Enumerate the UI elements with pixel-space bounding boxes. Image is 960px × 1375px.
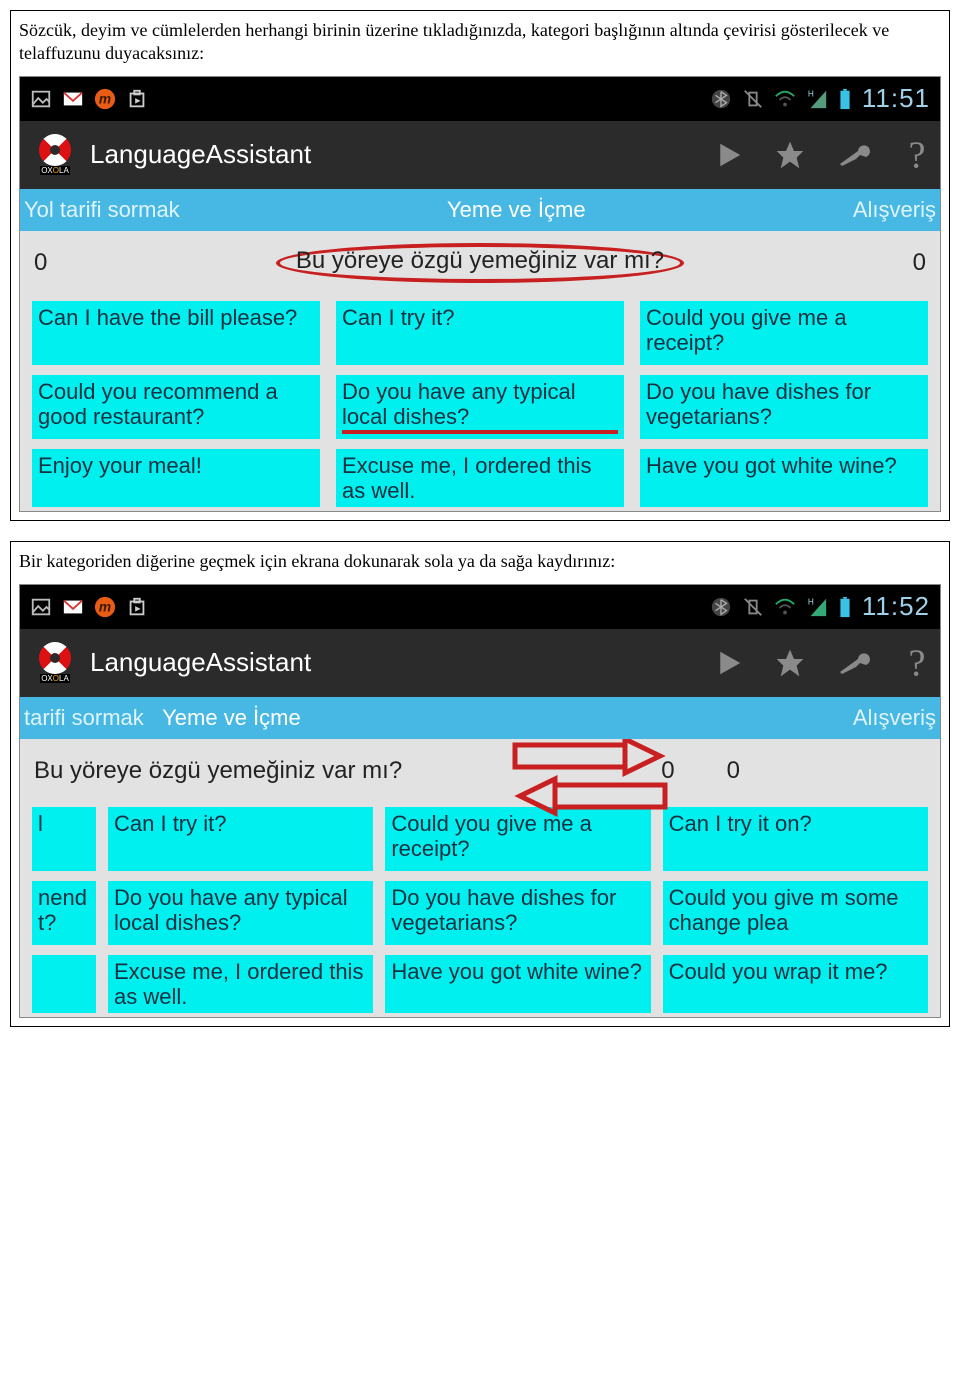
vibrate-mute-icon [742,88,764,110]
gmail-icon [62,88,84,110]
app-bar: OXOLA LanguageAssistant ? [20,629,940,697]
right-count: 0 [913,249,926,277]
gallery-icon [30,88,52,110]
phrase-card[interactable]: Can I try it? [108,807,373,871]
wrench-icon[interactable] [836,142,874,168]
screenshot-2: m H 11:52 OXOLA LanguageAssistant [19,584,941,1019]
app-title: LanguageAssistant [90,647,311,678]
svg-text:H: H [808,597,814,606]
translation-row: 0 Bu yöreye özgü yemeğiniz var mı? 0 [20,231,940,301]
swipe-arrows-icon [510,739,680,819]
tab-right[interactable]: Alışveriş [853,197,936,223]
bluetooth-icon [710,88,732,110]
phrase-card[interactable]: Do you have dishes for vegetarians? [385,881,650,945]
signal-icon: H [806,88,828,110]
phrase-card[interactable]: Have you got white wine? [385,955,650,1014]
battery-icon [838,596,852,618]
gmail-icon [62,596,84,618]
play-icon[interactable] [714,648,744,678]
phrase-card-partial[interactable]: nendt? [32,881,96,945]
vibrate-mute-icon [742,596,764,618]
android-status-bar: m H 11:51 [20,77,940,121]
phrase-grid[interactable]: l Can I try it? Could you give me a rece… [20,807,940,1018]
left-count: 0 [34,249,47,277]
phrase-card[interactable]: Excuse me, I ordered this as well. [336,449,624,508]
status-time: 11:51 [862,83,930,114]
star-icon[interactable] [774,139,806,171]
phrase-card[interactable]: Do you have any typical local dishes? [108,881,373,945]
phrase-card[interactable]: Excuse me, I ordered this as well. [108,955,373,1014]
signal-icon: H [806,596,828,618]
m-circle-icon: m [94,88,116,110]
translation-text: Bu yöreye özgü yemeğiniz var mı? [276,243,684,283]
svg-text:?: ? [909,137,926,173]
tab-right[interactable]: Alışveriş [853,705,936,731]
count-2: 0 [727,757,740,785]
screenshot-1: m H 11:51 OXOLA LanguageAssistant [19,76,941,513]
category-tabs[interactable]: Yol tarifi sormak Yeme ve İçme Alışveriş [20,189,940,231]
phrase-card[interactable]: Could you give m some change plea [663,881,928,945]
phrase-card-partial[interactable] [32,955,96,1014]
phrase-card[interactable]: Can I try it? [336,301,624,365]
section-1: Sözcük, deyim ve cümlelerden herhangi bi… [10,10,950,521]
bluetooth-icon [710,596,732,618]
battery-icon [838,88,852,110]
wifi-icon [774,88,796,110]
gallery-icon [30,596,52,618]
svg-text:m: m [99,599,111,614]
help-icon[interactable]: ? [904,137,930,173]
tab-left[interactable]: Yol tarifi sormak [24,197,180,223]
status-time: 11:52 [862,591,930,622]
app-bar: OXOLA LanguageAssistant ? [20,121,940,189]
play-store-icon [126,596,148,618]
svg-text:m: m [99,91,111,106]
phrase-card[interactable]: Can I have the bill please? [32,301,320,365]
play-store-icon [126,88,148,110]
category-tabs[interactable]: tarifi sormak Yeme ve İçme Alışveriş [20,697,940,739]
tab-center[interactable]: Yeme ve İçme [447,197,586,223]
m-circle-icon: m [94,596,116,618]
phrase-card-partial[interactable]: l [32,807,96,871]
translation-text: Bu yöreye özgü yemeğiniz var mı? [34,757,402,785]
section-2: Bir kategoriden diğerine geçmek için ekr… [10,541,950,1027]
phrase-card-highlighted[interactable]: Do you have any typical local dishes? [336,375,624,439]
help-icon[interactable]: ? [904,645,930,681]
android-status-bar: m H 11:52 [20,585,940,629]
phrase-card[interactable]: Could you recommend a good restaurant? [32,375,320,439]
wrench-icon[interactable] [836,650,874,676]
phrase-card[interactable]: Could you give me a receipt? [640,301,928,365]
phrase-card[interactable]: Can I try it on? [663,807,928,871]
star-icon[interactable] [774,647,806,679]
intro-text-1: Sözcük, deyim ve cümlelerden herhangi bi… [19,19,941,66]
tab-left[interactable]: tarifi sormak Yeme ve İçme [24,705,301,731]
phrase-card[interactable]: Enjoy your meal! [32,449,320,508]
app-title: LanguageAssistant [90,139,311,170]
app-logo-icon: OXOLA [30,642,80,684]
app-logo-icon: OXOLA [30,134,80,176]
svg-text:H: H [808,89,814,98]
phrase-grid[interactable]: Can I have the bill please? Can I try it… [20,301,940,512]
phrase-card[interactable]: Do you have dishes for vegetarians? [640,375,928,439]
phrase-card[interactable]: Have you got white wine? [640,449,928,508]
translation-row: Bu yöreye özgü yemeğiniz var mı? 0 0 [20,739,940,807]
wifi-icon [774,596,796,618]
phrase-card[interactable]: Could you wrap it me? [663,955,928,1014]
intro-text-2: Bir kategoriden diğerine geçmek için ekr… [19,550,941,573]
svg-text:?: ? [909,645,926,681]
play-icon[interactable] [714,140,744,170]
